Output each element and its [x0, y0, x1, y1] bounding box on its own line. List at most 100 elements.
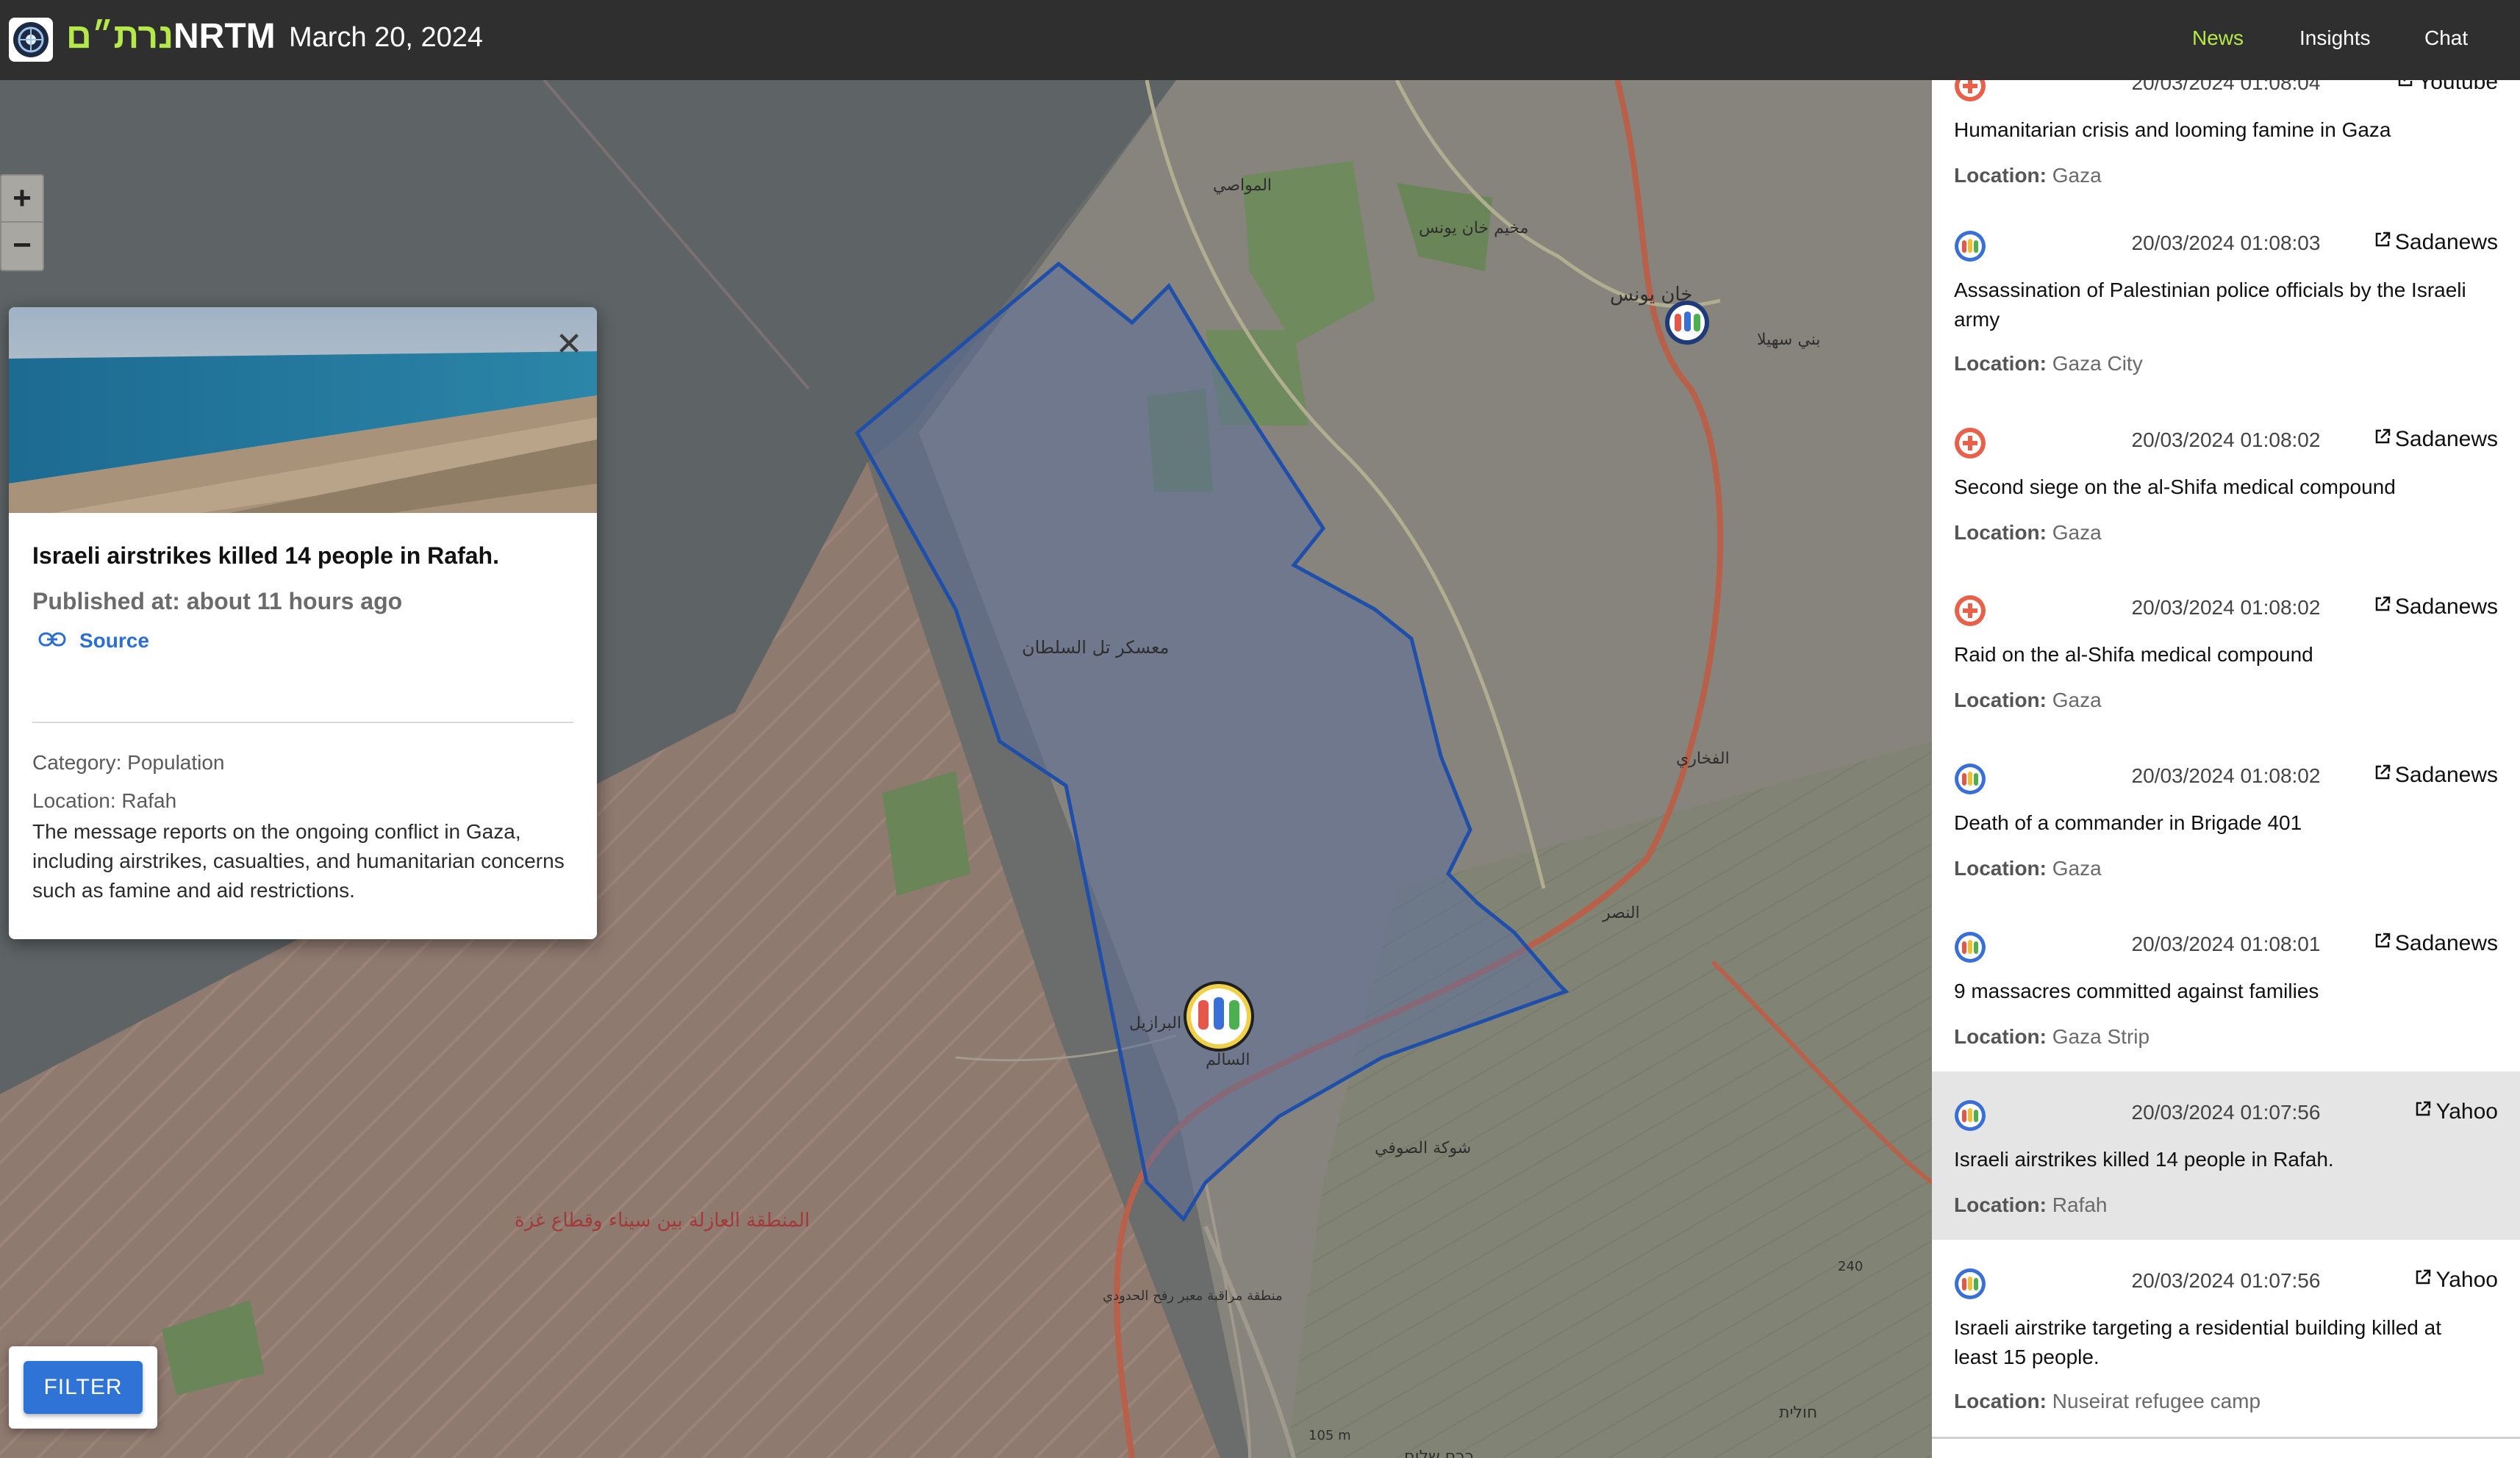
- filter-panel: FILTER: [9, 1346, 157, 1429]
- card-title: Raid on the al-Shifa medical compound: [1954, 643, 2313, 666]
- card-location-value: Rafah: [2052, 1193, 2108, 1216]
- label-bani-suheila: بني سهيلا: [1757, 331, 1820, 349]
- population-marker-rafah[interactable]: [1184, 981, 1254, 1052]
- popup-location: Location: Rafah: [32, 789, 177, 812]
- close-icon[interactable]: ✕: [551, 326, 587, 362]
- label-sinai-zone: المنطقة العازلة بين سيناء وقطاع غزة: [515, 1210, 810, 1232]
- card-location-label: Location:: [1954, 521, 2047, 544]
- label-rafah-crossing: منطقة مراقبة معبر رفح الحدودي: [1103, 1288, 1283, 1304]
- popup-title: Israeli airstrikes killed 14 people in R…: [32, 542, 499, 569]
- label-nasr: النصر: [1602, 904, 1640, 922]
- card-source-link[interactable]: Youtube: [2396, 80, 2498, 95]
- label-road-240: 240: [1838, 1259, 1863, 1274]
- external-link-icon: [2396, 80, 2415, 95]
- external-link-icon: [2413, 1099, 2433, 1124]
- label-elevation: 105 m: [1309, 1428, 1351, 1443]
- label-mawasi: المواصي: [1213, 176, 1272, 195]
- card-source-link[interactable]: Sadanews: [2373, 931, 2498, 956]
- card-source-label: Youtube: [2417, 80, 2498, 94]
- popup-description: The message reports on the ongoing confl…: [32, 820, 565, 902]
- news-card[interactable]: 20/03/2024 01:07:56 Yahoo Israeli airstrik…: [1932, 1240, 2520, 1439]
- zoom-out-button[interactable]: −: [1, 221, 43, 268]
- card-title: Israeli airstrikes killed 14 people in R…: [1954, 1148, 2334, 1171]
- card-title: Second siege on the al-Shifa medical com…: [1954, 475, 2396, 498]
- card-title: Israeli airstrike targeting a residentia…: [1954, 1316, 2442, 1368]
- card-location: Location: Nuseirat refugee camp: [1954, 1390, 2261, 1413]
- card-source-label: Sadanews: [2394, 763, 2498, 787]
- card-title: 9 massacres committed against families: [1954, 980, 2319, 1002]
- card-location-label: Location:: [1954, 164, 2047, 187]
- popup-divider: [32, 722, 573, 723]
- label-fakhari: الفخاري: [1676, 750, 1730, 768]
- external-link-icon: [2413, 1268, 2433, 1293]
- card-location-value: Gaza: [2052, 521, 2102, 544]
- card-location-value: Gaza: [2052, 857, 2102, 880]
- external-link-icon: [2373, 230, 2392, 255]
- app-header: נרת״ם NRTM March 20, 2024 News Insights …: [0, 0, 2520, 80]
- card-source-link[interactable]: Yahoo: [2413, 1099, 2498, 1124]
- card-source-label: Yahoo: [2435, 1099, 2498, 1124]
- news-card[interactable]: 20/03/2024 01:07:56 Yahoo Israeli airstrik…: [1932, 1071, 2520, 1242]
- card-location-value: Gaza: [2052, 689, 2102, 711]
- nav-news[interactable]: News: [2192, 26, 2244, 50]
- zoom-control: + −: [0, 174, 44, 271]
- popup-category: Category: Population: [32, 751, 225, 774]
- label-shaboura: البرازيل: [1129, 1014, 1181, 1033]
- popup-published: Published at: about 11 hours ago: [32, 588, 403, 614]
- population-marker-khan-younis[interactable]: [1665, 301, 1709, 345]
- card-location-label: Location:: [1954, 1390, 2047, 1412]
- card-location-label: Location:: [1954, 1193, 2047, 1216]
- card-location-label: Location:: [1954, 857, 2047, 880]
- filter-button[interactable]: FILTER: [24, 1361, 143, 1414]
- card-location: Location: Gaza: [1954, 164, 2102, 187]
- card-location-value: Gaza: [2052, 164, 2102, 187]
- card-location-value: Gaza City: [2052, 352, 2143, 375]
- external-link-icon: [2373, 427, 2392, 452]
- card-location-label: Location:: [1954, 1025, 2047, 1048]
- nav-chat[interactable]: Chat: [2424, 26, 2468, 50]
- logo-icon[interactable]: [9, 18, 53, 62]
- news-card[interactable]: 20/03/2024 01:08:04 Youtube Humanitarian c…: [1932, 80, 2520, 204]
- news-card[interactable]: 20/03/2024 01:08:03 Sadanews Assassination…: [1932, 202, 2520, 401]
- card-source-link[interactable]: Sadanews: [2373, 595, 2498, 620]
- card-source-label: Sadanews: [2394, 230, 2498, 254]
- news-card[interactable]: 20/03/2024 01:08:02 Sadanews Death of a co…: [1932, 735, 2520, 905]
- link-icon: [38, 629, 66, 653]
- label-khan-younis-camp: مخيم خان يونس: [1419, 219, 1528, 237]
- popup-image: ✕: [9, 307, 597, 513]
- label-salam: السالم: [1206, 1051, 1250, 1069]
- nav-insights[interactable]: Insights: [2299, 26, 2371, 50]
- card-location: Location: Gaza: [1954, 857, 2102, 880]
- news-popup: ✕ Israeli airstrikes killed 14 people in…: [9, 307, 597, 939]
- card-source-label: Yahoo: [2435, 1268, 2498, 1292]
- news-feed[interactable]: 20/03/2024 01:08:04 Youtube Humanitarian c…: [1932, 80, 2520, 1458]
- card-location-label: Location:: [1954, 352, 2047, 375]
- card-source-label: Sadanews: [2394, 595, 2498, 619]
- card-location: Location: Gaza: [1954, 521, 2102, 545]
- card-location-label: Location:: [1954, 689, 2047, 711]
- card-location: Location: Rafah: [1954, 1193, 2108, 1217]
- zoom-in-button[interactable]: +: [1, 176, 43, 221]
- label-shawka: شوكة الصوفي: [1375, 1139, 1471, 1157]
- news-card[interactable]: 20/03/2024 01:08:01 Sadanews 9 massacres c…: [1932, 903, 2520, 1074]
- news-card[interactable]: 20/03/2024 01:08:02 Sadanews Second siege …: [1932, 399, 2520, 569]
- brand-name: NRTM: [173, 17, 276, 56]
- label-tal-sultan: معسكر تل السلطان: [1022, 637, 1169, 658]
- card-title: Humanitarian crisis and looming famine i…: [1954, 118, 2391, 141]
- card-title: Assassination of Palestinian police offi…: [1954, 279, 2466, 331]
- brand-hebrew: נרת״ם: [66, 17, 173, 56]
- card-source-link[interactable]: Sadanews: [2373, 763, 2498, 788]
- popup-source-label: Source: [79, 629, 149, 652]
- card-source-link[interactable]: Sadanews: [2373, 230, 2498, 255]
- external-link-icon: [2373, 931, 2392, 956]
- card-source-link[interactable]: Yahoo: [2413, 1268, 2498, 1293]
- card-title: Death of a commander in Brigade 401: [1954, 811, 2302, 834]
- card-source-label: Sadanews: [2394, 931, 2498, 955]
- external-link-icon: [2373, 595, 2392, 620]
- card-location: Location: Gaza: [1954, 689, 2102, 712]
- popup-source-link[interactable]: Source: [38, 629, 149, 653]
- card-location-value: Nuseirat refugee camp: [2052, 1390, 2261, 1412]
- card-source-link[interactable]: Sadanews: [2373, 427, 2498, 452]
- header-date: March 20, 2024: [289, 22, 484, 53]
- news-card[interactable]: 20/03/2024 01:08:02 Sadanews Raid on the a…: [1932, 567, 2520, 737]
